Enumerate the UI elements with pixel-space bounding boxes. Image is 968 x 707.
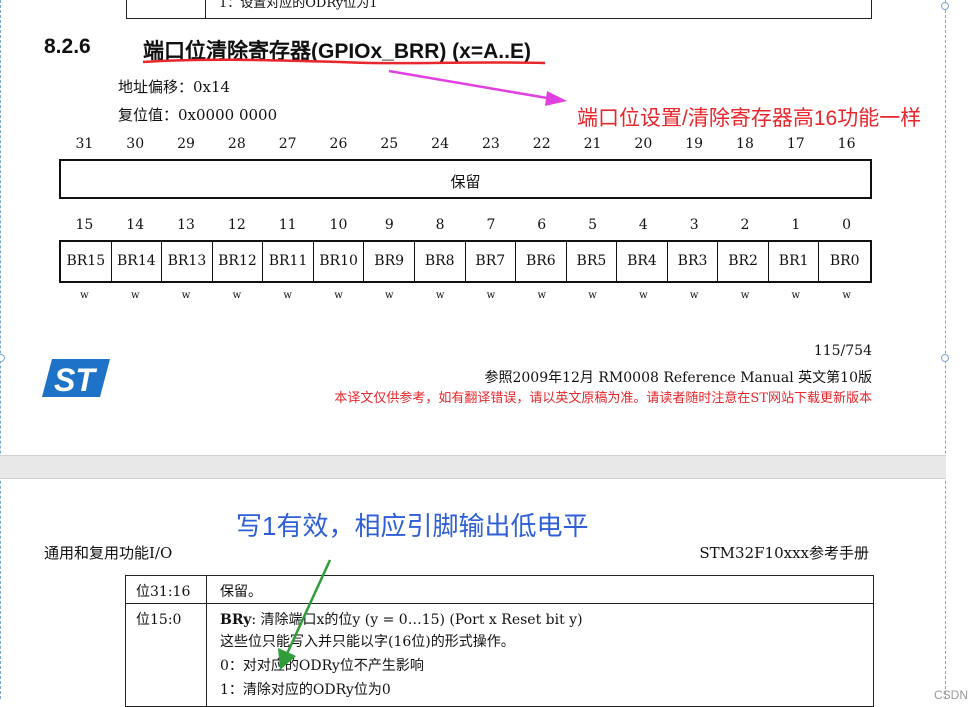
register-reserved-row: 保留 bbox=[59, 159, 872, 199]
register-field-br1: BR1 bbox=[769, 242, 820, 281]
green-arrow bbox=[278, 559, 332, 670]
bit-number: 9 bbox=[384, 217, 394, 233]
page-number: 115/754 bbox=[813, 343, 872, 359]
next-page-right-header: STM32F10xxx参考手册 bbox=[699, 544, 869, 562]
bit-number: 17 bbox=[786, 136, 805, 152]
access-type: w bbox=[791, 290, 801, 301]
register-field-br6: BR6 bbox=[516, 242, 567, 281]
register-field-br2: BR2 bbox=[718, 242, 769, 281]
bit-number: 12 bbox=[227, 217, 246, 233]
translation-disclaimer: 本译文仅供参考，如有翻译错误，请以英文原稿为准。请读者随时注意在ST网站下载更新… bbox=[334, 391, 872, 406]
guide-handle bbox=[941, 2, 949, 10]
bit-number: 15 bbox=[75, 217, 94, 233]
page-edge-guide-left bbox=[0, 0, 1, 699]
bit-number: 3 bbox=[689, 217, 699, 233]
bit-number: 28 bbox=[227, 136, 246, 152]
bit-number: 7 bbox=[486, 217, 496, 233]
register-field-row: BR15 BR14 BR13 BR12 BR11 BR10 BR9 BR8 BR7 BR6 BR5 B… bbox=[59, 240, 872, 283]
bit-number: 0 bbox=[842, 217, 852, 233]
register-field-br15: BR15 bbox=[61, 242, 112, 281]
register-field-br4: BR4 bbox=[617, 242, 668, 281]
bit-description-table: 位31:16 保留。 位15:0 BRy: 清除端口x的位y (y = 0…15… bbox=[125, 575, 874, 707]
access-type: w bbox=[740, 290, 750, 301]
previous-table-fragment: 1：设置对应的ODRy位为1 bbox=[126, 0, 872, 19]
annotation-red-note: 端口位设置/清除寄存器高16功能一样 bbox=[577, 107, 922, 130]
access-type: w bbox=[588, 290, 597, 301]
reset-value: 复位值：0x0000 0000 bbox=[118, 106, 278, 124]
address-offset: 地址偏移：0x14 bbox=[118, 78, 231, 96]
bit-number: 5 bbox=[588, 217, 597, 233]
page-separator bbox=[0, 455, 946, 479]
register-field-br9: BR9 bbox=[364, 242, 415, 281]
bit-number: 26 bbox=[329, 136, 348, 152]
previous-table-text: 1：设置对应的ODRy位为1 bbox=[219, 0, 378, 11]
access-type: w bbox=[130, 290, 140, 301]
bit-number: 31 bbox=[75, 136, 94, 152]
bit-number: 2 bbox=[740, 217, 750, 233]
annotation-blue-note: 写1有效，相应引脚输出低电平 bbox=[236, 511, 589, 541]
bit-number: 22 bbox=[532, 136, 551, 152]
register-field-br0: BR0 bbox=[829, 253, 860, 269]
bit-number: 18 bbox=[736, 136, 754, 152]
access-type: w bbox=[80, 290, 89, 301]
guide-handle bbox=[941, 354, 949, 362]
register-field-br10: BR10 bbox=[314, 242, 365, 281]
next-page-left-header: 通用和复用功能I/O bbox=[44, 544, 173, 562]
bit-number: 11 bbox=[278, 217, 297, 233]
bit-number: 21 bbox=[583, 136, 602, 152]
register-field-br13: BR13 bbox=[162, 242, 213, 281]
bit-number: 24 bbox=[431, 136, 449, 152]
access-type: w bbox=[334, 290, 343, 301]
field-name: BRy bbox=[220, 612, 252, 628]
access-type: w bbox=[689, 290, 699, 301]
bit-number: 30 bbox=[126, 136, 145, 152]
bit-number: 4 bbox=[638, 217, 648, 233]
bit-number: 14 bbox=[126, 217, 145, 233]
row-bits-label: 位31:16 bbox=[136, 584, 191, 600]
access-type: w bbox=[486, 290, 496, 301]
reserved-label: 保留 bbox=[450, 173, 481, 191]
st-logo-text: ST bbox=[54, 362, 97, 398]
register-field-br12: BR12 bbox=[213, 242, 264, 281]
register-field-br7: BR7 bbox=[466, 242, 517, 281]
access-type: w bbox=[435, 290, 445, 301]
section-number: 8.2.6 bbox=[44, 35, 91, 58]
register-field-br8: BR8 bbox=[415, 242, 466, 281]
row-description-line: 这些位只能写入并只能以字(16位)的形式操作。 bbox=[220, 634, 515, 650]
bit-number: 16 bbox=[837, 136, 856, 152]
bit-number: 10 bbox=[329, 217, 348, 233]
bit-number: 27 bbox=[278, 136, 297, 152]
bit-number: 6 bbox=[537, 217, 547, 233]
access-type: w bbox=[639, 290, 648, 301]
bit-number: 20 bbox=[634, 136, 653, 152]
bit-number: 25 bbox=[380, 136, 399, 152]
magenta-arrow bbox=[388, 69, 567, 106]
register-field-br5: BR5 bbox=[567, 242, 618, 281]
bit-number: 1 bbox=[791, 217, 801, 233]
bit-number: 13 bbox=[177, 217, 195, 233]
csdn-watermark: CSDN bbox=[933, 688, 968, 702]
access-type: w bbox=[283, 290, 292, 301]
register-field-br3: BR3 bbox=[668, 242, 719, 281]
access-type: w bbox=[232, 290, 242, 301]
bit-number: 23 bbox=[481, 136, 500, 152]
bit-number: 29 bbox=[177, 136, 195, 152]
row-bits-label: 位15:0 bbox=[136, 612, 182, 628]
register-field-br14: BR14 bbox=[112, 242, 163, 281]
register-field-br11: BR11 bbox=[263, 242, 314, 281]
access-type: w bbox=[181, 290, 191, 301]
row-description-line: 1：清除对应的ODRy位为0 bbox=[220, 682, 391, 698]
reference-line: 参照2009年12月 RM0008 Reference Manual 英文第10… bbox=[484, 370, 872, 386]
bit-number: 19 bbox=[685, 136, 704, 152]
access-type: w bbox=[842, 290, 851, 301]
access-type: w bbox=[385, 290, 394, 301]
page-edge-guide-right bbox=[945, 0, 946, 699]
bit-number: 8 bbox=[435, 217, 445, 233]
access-type: w bbox=[537, 290, 546, 301]
row-description: 保留。 bbox=[220, 584, 262, 600]
st-logo: ST bbox=[42, 359, 110, 398]
